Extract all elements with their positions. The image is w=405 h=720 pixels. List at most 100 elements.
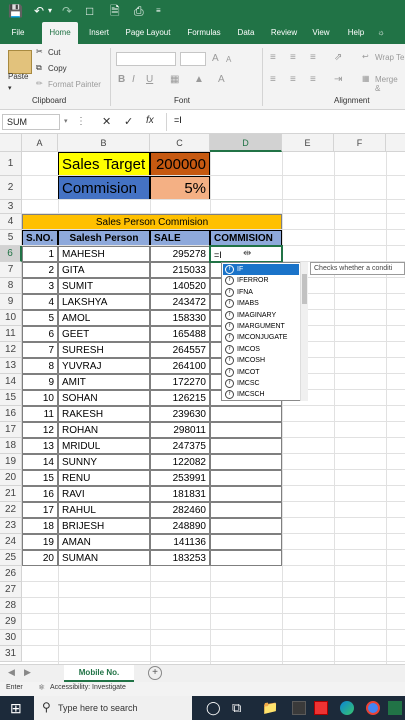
header-sales-person[interactable]: Salesh Person xyxy=(58,230,150,246)
sales-person-cell[interactable]: RAHUL xyxy=(58,502,150,518)
sales-person-cell[interactable]: SOHAN xyxy=(58,390,150,406)
function-autocomplete-list[interactable]: f IF f IFERROR f IFNA f IMABS f IMAGINARY f IMARGUM… xyxy=(221,262,307,401)
row-header[interactable]: 17 xyxy=(0,422,22,438)
commission-cell[interactable] xyxy=(210,486,282,502)
sales-person-cell[interactable]: SUMAN xyxy=(58,550,150,566)
sno-cell[interactable]: 6 xyxy=(22,326,58,342)
row-header[interactable]: 5 xyxy=(0,230,22,246)
autocomplete-scroll-thumb[interactable] xyxy=(302,274,307,304)
tab-review[interactable]: Review xyxy=(268,22,300,44)
column-header-overflow[interactable] xyxy=(386,134,405,152)
sale-cell[interactable]: 165488 xyxy=(150,326,210,342)
column-header-a[interactable]: A xyxy=(22,134,58,152)
bold-button[interactable]: B xyxy=(118,74,125,85)
sno-cell[interactable]: 7 xyxy=(22,342,58,358)
autocomplete-scrollbar[interactable] xyxy=(300,262,308,401)
commission-cell[interactable] xyxy=(210,470,282,486)
wrap-text-icon[interactable]: ↩ xyxy=(362,52,369,61)
new-file-icon[interactable]: □ xyxy=(86,3,93,19)
sno-cell[interactable]: 10 xyxy=(22,390,58,406)
align-left-icon[interactable]: ≡ xyxy=(270,74,276,85)
autocomplete-item[interactable]: f IMCSCH xyxy=(223,389,299,400)
sales-person-cell[interactable]: RENU xyxy=(58,470,150,486)
tab-insert[interactable]: Insert xyxy=(84,22,114,44)
autocomplete-item[interactable]: f IMARGUMENT xyxy=(223,321,299,332)
row-header[interactable]: 7 xyxy=(0,262,22,278)
sno-cell[interactable]: 19 xyxy=(22,534,58,550)
row-header[interactable]: 14 xyxy=(0,374,22,390)
paste-button[interactable]: Paste xyxy=(8,72,28,81)
redo-icon[interactable]: ↷ xyxy=(62,3,72,19)
accessibility-status[interactable]: Accessibility: Investigate xyxy=(50,684,126,691)
sale-cell[interactable]: 172270 xyxy=(150,374,210,390)
undo-icon[interactable]: ↶ xyxy=(34,3,44,19)
tab-view[interactable]: View xyxy=(308,22,334,44)
sno-cell[interactable]: 8 xyxy=(22,358,58,374)
sale-cell[interactable]: 215033 xyxy=(150,262,210,278)
sales-person-cell[interactable]: SUNNY xyxy=(58,454,150,470)
sales-person-cell[interactable]: AMOL xyxy=(58,310,150,326)
orientation-icon[interactable]: ⇗ xyxy=(334,52,342,63)
header-commission[interactable]: COMMISION xyxy=(210,230,282,246)
store-icon[interactable] xyxy=(292,701,306,715)
sales-person-cell[interactable]: ROHAN xyxy=(58,422,150,438)
row-header[interactable]: 6 xyxy=(0,246,22,262)
accessibility-icon[interactable]: ⚛ xyxy=(38,683,45,692)
tab-page-layout[interactable]: Page Layout xyxy=(122,22,174,44)
row-header[interactable]: 8 xyxy=(0,278,22,294)
row-header[interactable]: 15 xyxy=(0,390,22,406)
sale-cell[interactable]: 282460 xyxy=(150,502,210,518)
sales-person-cell[interactable]: BRIJESH xyxy=(58,518,150,534)
sales-person-cell[interactable]: AMIT xyxy=(58,374,150,390)
sales-person-cell[interactable]: RAKESH xyxy=(58,406,150,422)
tab-help[interactable]: Help xyxy=(344,22,368,44)
row-header[interactable]: 29 xyxy=(0,614,22,630)
sale-cell[interactable]: 264100 xyxy=(150,358,210,374)
lightbulb-icon[interactable]: ☼ xyxy=(376,22,386,44)
indent-icon[interactable]: ⇥ xyxy=(334,74,342,85)
sales-person-cell[interactable]: SURESH xyxy=(58,342,150,358)
row-header[interactable]: 4 xyxy=(0,214,22,230)
format-painter-button[interactable]: Format Painter xyxy=(48,80,101,89)
autocomplete-item[interactable]: f IFERROR xyxy=(223,275,299,286)
font-shrink-button[interactable]: A xyxy=(226,55,231,64)
merge-center-button[interactable]: Merge & xyxy=(375,75,405,93)
sno-cell[interactable]: 13 xyxy=(22,438,58,454)
sale-cell[interactable]: 295278 xyxy=(150,246,210,262)
autocomplete-item[interactable]: f IMCOSH xyxy=(223,355,299,366)
autocomplete-item[interactable]: f IMCOS xyxy=(223,344,299,355)
select-all-corner[interactable] xyxy=(0,134,22,152)
file-explorer-icon[interactable]: 📁 xyxy=(262,700,278,716)
sales-person-cell[interactable]: GEET xyxy=(58,326,150,342)
sales-person-cell[interactable]: RAVI xyxy=(58,486,150,502)
italic-button[interactable]: I xyxy=(132,74,135,85)
sno-cell[interactable]: 3 xyxy=(22,278,58,294)
commission-cell[interactable] xyxy=(210,438,282,454)
align-bottom-icon[interactable]: ≡ xyxy=(310,52,316,63)
sale-cell[interactable]: 298011 xyxy=(150,422,210,438)
customize-qat-icon[interactable]: ≡ xyxy=(156,3,161,19)
chrome-icon[interactable] xyxy=(366,701,380,715)
row-header[interactable]: 13 xyxy=(0,358,22,374)
chevron-down-icon[interactable]: ▾ xyxy=(48,3,52,19)
font-color-icon[interactable]: A xyxy=(218,74,225,85)
autocomplete-item[interactable]: f IMCSC xyxy=(223,378,299,389)
commission-cell[interactable] xyxy=(210,502,282,518)
task-view-icon[interactable]: ⧉ xyxy=(232,700,241,716)
column-header-d[interactable]: D xyxy=(210,134,282,152)
commission-cell[interactable] xyxy=(210,406,282,422)
sale-cell[interactable]: 183253 xyxy=(150,550,210,566)
save-icon[interactable]: 💾 xyxy=(8,3,23,19)
align-center-icon[interactable]: ≡ xyxy=(290,74,296,85)
sales-person-cell[interactable]: AMAN xyxy=(58,534,150,550)
paste-icon[interactable] xyxy=(8,50,32,74)
sale-cell[interactable]: 247375 xyxy=(150,438,210,454)
sales-target-value[interactable]: 200000 xyxy=(150,152,210,176)
sno-cell[interactable]: 18 xyxy=(22,518,58,534)
align-top-icon[interactable]: ≡ xyxy=(270,52,276,63)
row-header[interactable]: 11 xyxy=(0,326,22,342)
row-header[interactable]: 9 xyxy=(0,294,22,310)
paste-chevron-icon[interactable]: ▾ xyxy=(8,84,12,92)
merge-icon[interactable]: ▦ xyxy=(362,74,370,83)
sno-cell[interactable]: 15 xyxy=(22,470,58,486)
